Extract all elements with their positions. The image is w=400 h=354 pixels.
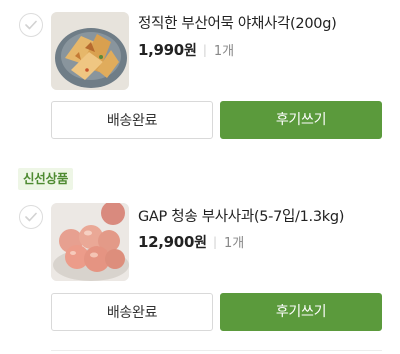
write-review-button[interactable]: 후기쓰기 xyxy=(220,293,382,331)
product-image-fishcake[interactable] xyxy=(51,12,129,90)
price-line: 1,990원 | 1개 xyxy=(138,40,234,60)
order-items-list: 정직한 부산어묵 야채사각(200g) 1,990원 | 1개 배송완료 후기쓰기 … xyxy=(0,0,400,354)
separator: | xyxy=(212,235,218,249)
write-review-button[interactable]: 후기쓰기 xyxy=(220,101,382,139)
product-name[interactable]: 정직한 부산어묵 야채사각(200g) xyxy=(138,12,337,33)
select-checkbox[interactable] xyxy=(19,13,43,37)
separator: | xyxy=(202,43,207,57)
fresh-product-badge: 신선상품 xyxy=(18,168,74,190)
fishcake-dish-illustration xyxy=(51,12,129,90)
price-line: 12,900원 | 1개 xyxy=(138,232,244,252)
select-checkbox[interactable] xyxy=(19,205,43,229)
delivered-button[interactable]: 배송완료 xyxy=(51,101,213,139)
check-icon xyxy=(25,212,37,222)
currency-unit: 원 xyxy=(194,235,207,251)
product-image-apple[interactable] xyxy=(51,203,129,281)
product-quantity: 1개 xyxy=(224,236,245,251)
product-name[interactable]: GAP 청송 부사사과(5-7입/1.3kg) xyxy=(138,205,344,226)
product-quantity: 1개 xyxy=(213,44,235,59)
currency-unit: 원 xyxy=(183,43,197,59)
apple-bowl-illustration xyxy=(51,203,129,281)
section-divider xyxy=(51,350,382,351)
check-icon xyxy=(25,20,37,30)
product-price: 12,900 xyxy=(138,233,195,251)
product-price: 1,990 xyxy=(138,41,184,59)
delivered-button[interactable]: 배송완료 xyxy=(51,293,213,331)
